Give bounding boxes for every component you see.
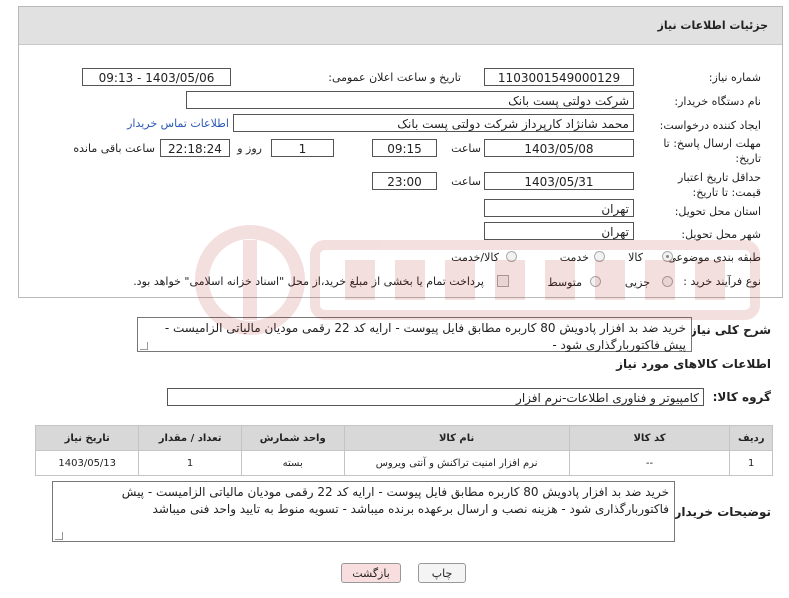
city-field[interactable]: تهران: [484, 222, 634, 240]
category-goods-radio[interactable]: [662, 251, 673, 262]
cell-quantity: 1: [138, 450, 242, 476]
col-item-code: کد کالا: [568, 425, 731, 451]
cell-row: 1: [729, 450, 773, 476]
category-label: طبقه بندی موضوعی:: [663, 251, 761, 264]
col-need-date: تاریخ نیاز: [34, 425, 140, 451]
purchase-minor-label: جزیی: [624, 276, 650, 289]
buyer-notes-label: توضیحات خریدار:: [669, 505, 771, 519]
resize-grip-icon[interactable]: [140, 342, 148, 350]
cell-unit: بسته: [240, 450, 345, 476]
buyer-notes-textarea[interactable]: خرید ضد بد افزار پادویش 80 کاربره مطابق …: [52, 481, 675, 542]
panel-title: جزئیات اطلاعات نیاز: [657, 19, 769, 32]
description-textarea[interactable]: خرید ضد بد افزار پادویش 80 کاربره مطابق …: [137, 317, 692, 352]
col-quantity: تعداد / مقدار: [138, 425, 242, 451]
category-service-radio[interactable]: [594, 251, 605, 262]
col-unit: واحد شمارش: [240, 425, 345, 451]
remaining-time-field[interactable]: 22:18:24: [160, 139, 230, 157]
days-label: روز و: [237, 142, 262, 155]
category-both-radio[interactable]: [506, 251, 517, 262]
announce-datetime-field[interactable]: 1403/05/06 - 09:13: [82, 68, 231, 86]
back-button[interactable]: بازگشت: [341, 563, 401, 583]
items-table: تاریخ نیاز تعداد / مقدار واحد شمارش نام …: [34, 425, 773, 476]
col-row: ردیف: [729, 425, 773, 451]
buyer-contact-link[interactable]: اطلاعات تماس خریدار: [127, 117, 229, 130]
deadline-date-field[interactable]: 1403/05/08: [484, 139, 634, 157]
remaining-time-label: ساعت باقی مانده: [73, 142, 155, 155]
purchase-medium-label: متوسط: [547, 276, 582, 289]
deadline-label: مهلت ارسال پاسخ: تا تاریخ:: [663, 137, 761, 165]
category-goods-label: کالا: [628, 251, 643, 264]
buyer-org-label: نام دستگاه خریدار:: [674, 95, 761, 108]
treasury-payment-checkbox[interactable]: [497, 275, 509, 287]
validity-time-field[interactable]: 23:00: [372, 172, 437, 190]
goods-group-label: گروه کالا:: [712, 390, 771, 404]
announce-label: تاریخ و ساعت اعلان عمومی:: [328, 71, 461, 84]
cell-item-name: نرم افزار امنیت تراکنش و آنتی ویروس: [343, 450, 570, 476]
deadline-time-field[interactable]: 09:15: [372, 139, 437, 157]
city-label: شهر محل تحویل:: [681, 228, 761, 241]
category-both-label: کالا/خدمت: [451, 251, 499, 264]
purchase-medium-radio[interactable]: [590, 276, 601, 287]
panel-header: جزئیات اطلاعات نیاز: [19, 7, 782, 45]
cell-item-code: --: [568, 450, 731, 476]
need-number-field[interactable]: 1103001549000129: [484, 68, 634, 86]
category-service-label: خدمت: [559, 251, 589, 264]
deadline-time-label: ساعت: [451, 142, 481, 155]
cell-need-date: 1403/05/13: [34, 450, 140, 476]
table-row[interactable]: 1403/05/13 1 بسته نرم افزار امنیت تراکنش…: [34, 450, 773, 476]
creator-field[interactable]: محمد شانژاد کارپرداز شرکت دولتی پست بانک: [233, 114, 634, 132]
resize-grip-icon[interactable]: [55, 532, 63, 540]
validity-date-field[interactable]: 1403/05/31: [484, 172, 634, 190]
province-label: استان محل تحویل:: [674, 205, 761, 218]
goods-section-title: اطلاعات کالاهای مورد نیاز: [616, 357, 771, 371]
print-button[interactable]: چاپ: [418, 563, 466, 583]
province-field[interactable]: تهران: [484, 199, 634, 217]
days-field[interactable]: 1: [271, 139, 334, 157]
buyer-org-field[interactable]: شرکت دولتی پست بانک: [186, 91, 634, 109]
need-number-label: شماره نیاز:: [708, 71, 761, 84]
table-header-row: تاریخ نیاز تعداد / مقدار واحد شمارش نام …: [34, 425, 773, 451]
purchase-type-label: نوع فرآیند خرید :: [683, 275, 761, 288]
creator-label: ایجاد کننده درخواست:: [659, 119, 761, 132]
treasury-payment-note: پرداخت تمام یا بخشی از مبلغ خرید،از محل …: [133, 275, 484, 288]
purchase-minor-radio[interactable]: [662, 276, 673, 287]
goods-group-field[interactable]: کامپیوتر و فناوری اطلاعات-نرم افزار: [167, 388, 704, 406]
description-label: شرح کلی نیاز:: [685, 323, 771, 337]
col-item-name: نام کالا: [343, 425, 570, 451]
validity-time-label: ساعت: [451, 175, 481, 188]
validity-label: حداقل تاریخ اعتبار قیمت: تا تاریخ:: [677, 171, 761, 199]
